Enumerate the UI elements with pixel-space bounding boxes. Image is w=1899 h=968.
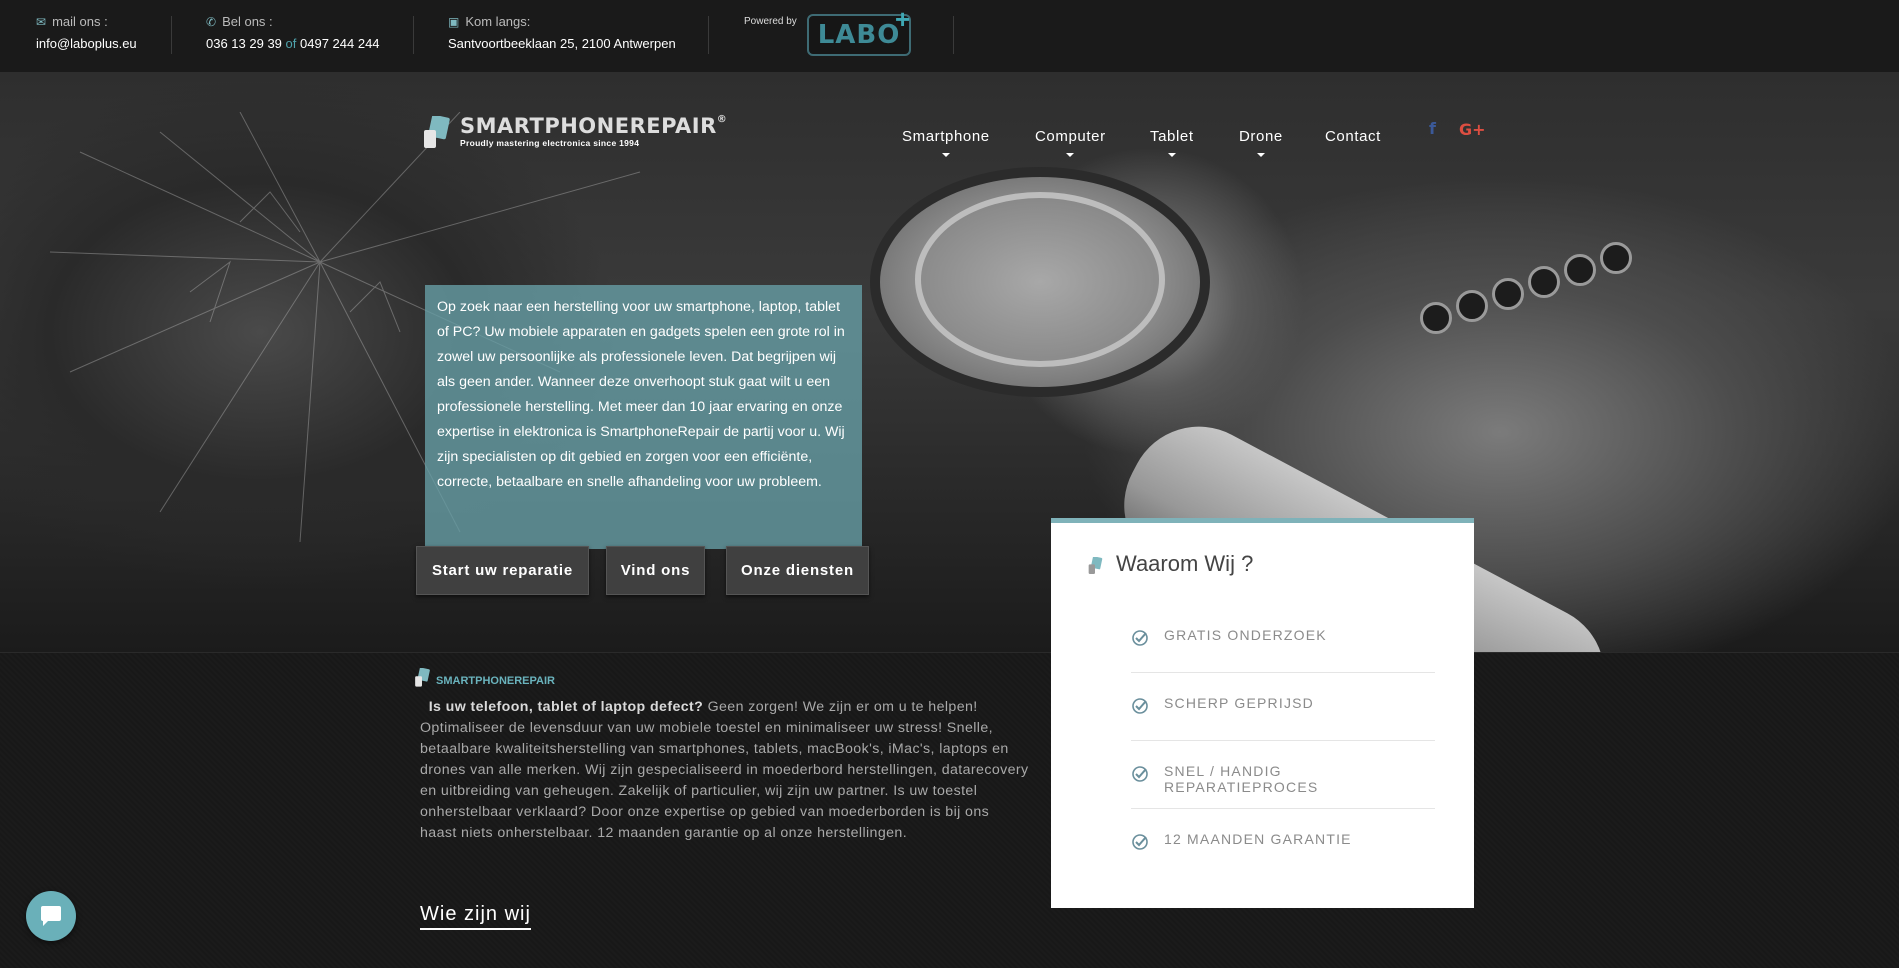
why-us-item-label: SCHERP GEPRIJSD: [1164, 695, 1314, 711]
check-circle-icon: [1132, 766, 1148, 782]
why-us-item: SNEL / HANDIG REPARATIEPROCES: [1131, 741, 1435, 809]
why-us-title: Waarom Wij ?: [1116, 551, 1254, 576]
nav-item-tablet[interactable]: Tablet: [1150, 128, 1194, 157]
nav-item-smartphone[interactable]: Smartphone: [902, 128, 990, 157]
nav-item-contact[interactable]: Contact: [1325, 128, 1381, 145]
start-repair-button[interactable]: Start uw reparatie: [416, 546, 589, 595]
topbar-divider: [708, 16, 709, 54]
topbar-divider: [953, 16, 954, 54]
why-us-item-label: SNEL / HANDIG REPARATIEPROCES: [1164, 763, 1319, 795]
our-services-button[interactable]: Onze diensten: [726, 546, 869, 595]
address-link[interactable]: Santvoortbeeklaan 25, 2100 Antwerpen: [448, 36, 676, 51]
location-icon: ▣: [448, 14, 460, 29]
caret-down-icon: [1066, 153, 1075, 157]
mail-contact: ✉ mail ons : info@laboplus.eu: [36, 14, 137, 51]
registered-mark: ®: [716, 114, 728, 125]
about-body: Geen zorgen! We zijn er om u te helpen! …: [420, 699, 1029, 841]
caret-down-icon: [1167, 153, 1176, 157]
caret-down-icon: [1256, 153, 1265, 157]
mail-label: mail ons :: [52, 14, 108, 29]
find-us-button[interactable]: Vind ons: [606, 546, 705, 595]
powered-by-label: Powered by: [744, 16, 797, 27]
why-us-item: 12 MAANDEN GARANTIE: [1131, 809, 1435, 877]
why-us-item-label: GRATIS ONDERZOEK: [1164, 627, 1327, 643]
nav-item-computer[interactable]: Computer: [1035, 128, 1106, 157]
section-tag: SMARTPHONEREPAIR: [414, 668, 555, 688]
topbar-divider: [171, 16, 172, 54]
why-us-item-label: 12 MAANDEN GARANTIE: [1164, 831, 1352, 847]
check-circle-icon: [1132, 834, 1148, 850]
phone-icon: ✆: [206, 14, 217, 29]
top-contact-bar: ✉ mail ons : info@laboplus.eu ✆ Bel ons …: [0, 0, 1899, 72]
envelope-icon: ✉: [36, 14, 47, 29]
address-label: Kom langs:: [465, 14, 531, 29]
check-circle-icon: [1132, 698, 1148, 714]
logo-phone-icon: [424, 116, 450, 148]
home-button-ring: [915, 192, 1165, 367]
who-are-we-link[interactable]: Wie zijn wij: [420, 903, 531, 930]
why-us-item: GRATIS ONDERZOEK: [1131, 605, 1435, 673]
topbar-divider: [413, 16, 414, 54]
section-tag-label: SMARTPHONEREPAIR: [436, 675, 555, 687]
logo-tagline: Proudly mastering electronica since 1994: [460, 138, 640, 148]
about-lead: Is uw telefoon, tablet of laptop defect?: [428, 699, 704, 715]
why-us-card: Waarom Wij ? GRATIS ONDERZOEK SCHERP GEP…: [1051, 518, 1474, 908]
phone-link-1[interactable]: 036 13 29 39: [206, 36, 282, 51]
chat-widget-button[interactable]: [26, 891, 76, 941]
logo-title: SMARTPHONEREPAIR: [460, 114, 717, 138]
nav-item-drone[interactable]: Drone: [1239, 128, 1283, 157]
about-text: Is uw telefoon, tablet of laptop defect?…: [420, 697, 1030, 844]
logo-phone-icon: [415, 668, 430, 687]
intro-panel: Op zoek naar een herstelling voor uw sma…: [425, 285, 862, 549]
hero-background: [0, 72, 1899, 779]
phone-contact: ✆ Bel ons : 036 13 29 39 of 0497 244 244: [206, 14, 380, 51]
mail-link[interactable]: info@laboplus.eu: [36, 36, 137, 51]
address-contact: ▣ Kom langs: Santvoortbeeklaan 25, 2100 …: [448, 14, 676, 51]
check-circle-icon: [1132, 630, 1148, 646]
chat-bubble-icon: [41, 906, 61, 926]
logo-phone-icon: [1088, 557, 1103, 574]
facebook-icon[interactable]: f: [1429, 119, 1436, 138]
caret-down-icon: [941, 153, 950, 157]
labo-plus-icon: +: [895, 4, 911, 34]
phone-or: of: [285, 36, 297, 51]
google-plus-icon[interactable]: G+: [1459, 120, 1486, 139]
phone-label: Bel ons :: [222, 14, 273, 29]
phone-link-2[interactable]: 0497 244 244: [300, 36, 380, 51]
why-us-item: SCHERP GEPRIJSD: [1131, 673, 1435, 741]
intro-text: Op zoek naar een herstelling voor uw sma…: [437, 299, 845, 490]
